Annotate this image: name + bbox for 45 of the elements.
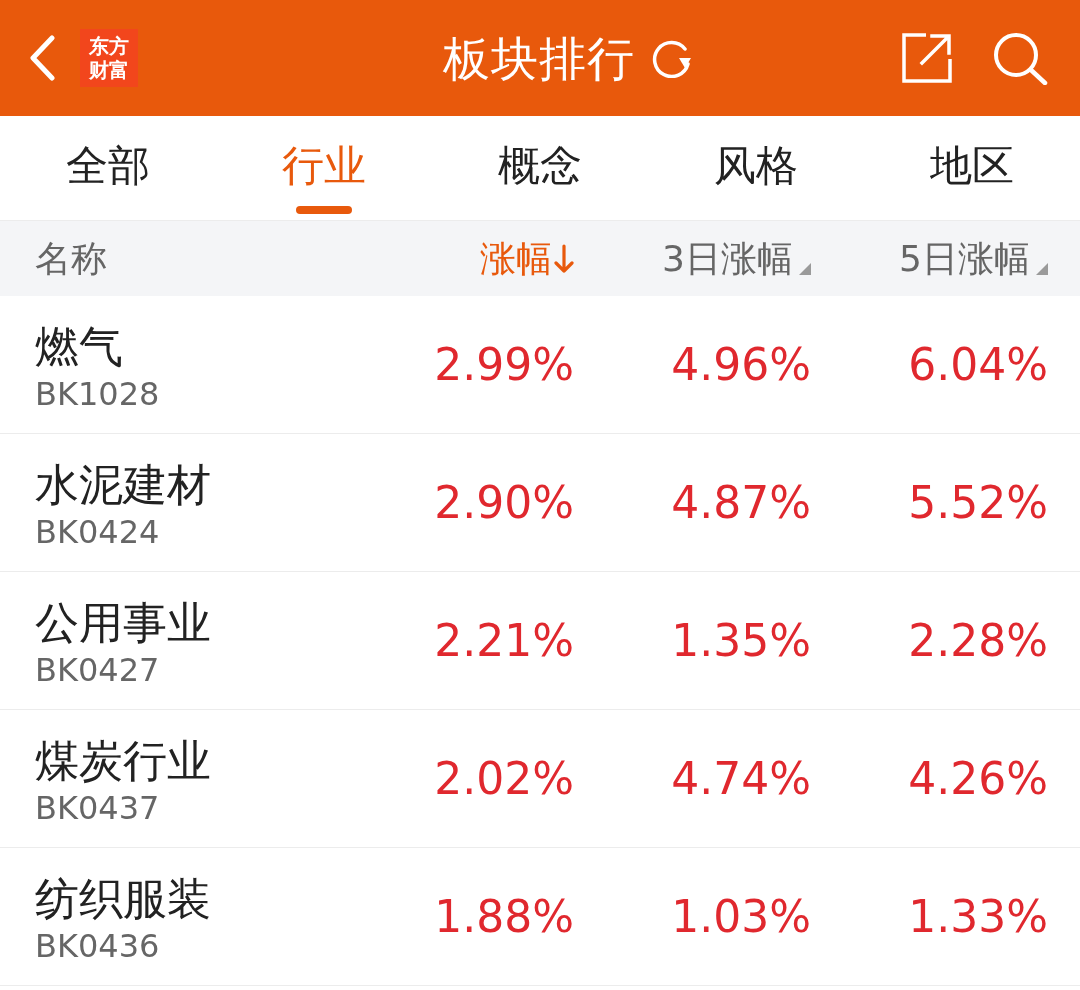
- share-icon[interactable]: [900, 32, 954, 84]
- sector-code: BK0437: [35, 787, 160, 828]
- change-percent: 1.88%: [434, 894, 574, 939]
- change-percent: 2.99%: [434, 342, 574, 387]
- sector-row[interactable]: 公用事业 BK0427 2.21% 1.35% 2.28%: [0, 572, 1080, 710]
- change-percent: 2.28%: [908, 618, 1048, 663]
- sector-name: 煤炭行业: [35, 733, 211, 788]
- category-tab[interactable]: 全部: [0, 116, 216, 220]
- sector-code: BK0427: [35, 649, 160, 690]
- tab-underline: [296, 206, 352, 214]
- change-percent: 4.74%: [671, 756, 811, 801]
- category-tab[interactable]: 风格: [648, 116, 864, 220]
- column-header[interactable]: 5日涨幅: [899, 240, 1030, 277]
- search-icon[interactable]: [992, 31, 1048, 85]
- category-tab[interactable]: 行业: [216, 116, 432, 220]
- change-percent: 4.87%: [671, 480, 811, 525]
- sector-row[interactable]: 纺织服装 BK0436 1.88% 1.03% 1.33%: [0, 848, 1080, 986]
- sector-code: BK0424: [35, 511, 160, 552]
- sector-name: 水泥建材: [35, 457, 211, 512]
- sector-code: BK0436: [35, 925, 160, 966]
- change-percent: 4.96%: [671, 342, 811, 387]
- change-percent: 1.35%: [671, 618, 811, 663]
- change-percent: 6.04%: [908, 342, 1048, 387]
- sector-row[interactable]: 燃气 BK1028 2.99% 4.96% 6.04%: [0, 296, 1080, 434]
- change-percent: 2.02%: [434, 756, 574, 801]
- logo-text: 财富: [89, 58, 129, 82]
- column-header[interactable]: 3日涨幅: [662, 240, 793, 277]
- sector-code: BK1028: [35, 373, 160, 414]
- sector-name: 公用事业: [35, 595, 211, 650]
- category-tab[interactable]: 概念: [432, 116, 648, 220]
- back-chevron-icon[interactable]: [28, 35, 56, 81]
- sector-name: 纺织服装: [35, 871, 211, 926]
- sector-row[interactable]: 煤炭行业 BK0437 2.02% 4.74% 4.26%: [0, 710, 1080, 848]
- logo-text: 东方: [89, 34, 129, 58]
- page-title: 板块排行: [443, 34, 635, 82]
- change-percent: 1.03%: [671, 894, 811, 939]
- category-tab[interactable]: 地区: [864, 116, 1080, 220]
- change-percent: 1.33%: [908, 894, 1048, 939]
- column-header: 名称: [35, 240, 107, 277]
- sector-row[interactable]: 水泥建材 BK0424 2.90% 4.87% 5.52%: [0, 434, 1080, 572]
- sector-name: 燃气: [35, 319, 123, 374]
- change-percent: 2.21%: [434, 618, 574, 663]
- change-percent: 4.26%: [908, 756, 1048, 801]
- change-percent: 5.52%: [908, 480, 1048, 525]
- change-percent: 2.90%: [434, 480, 574, 525]
